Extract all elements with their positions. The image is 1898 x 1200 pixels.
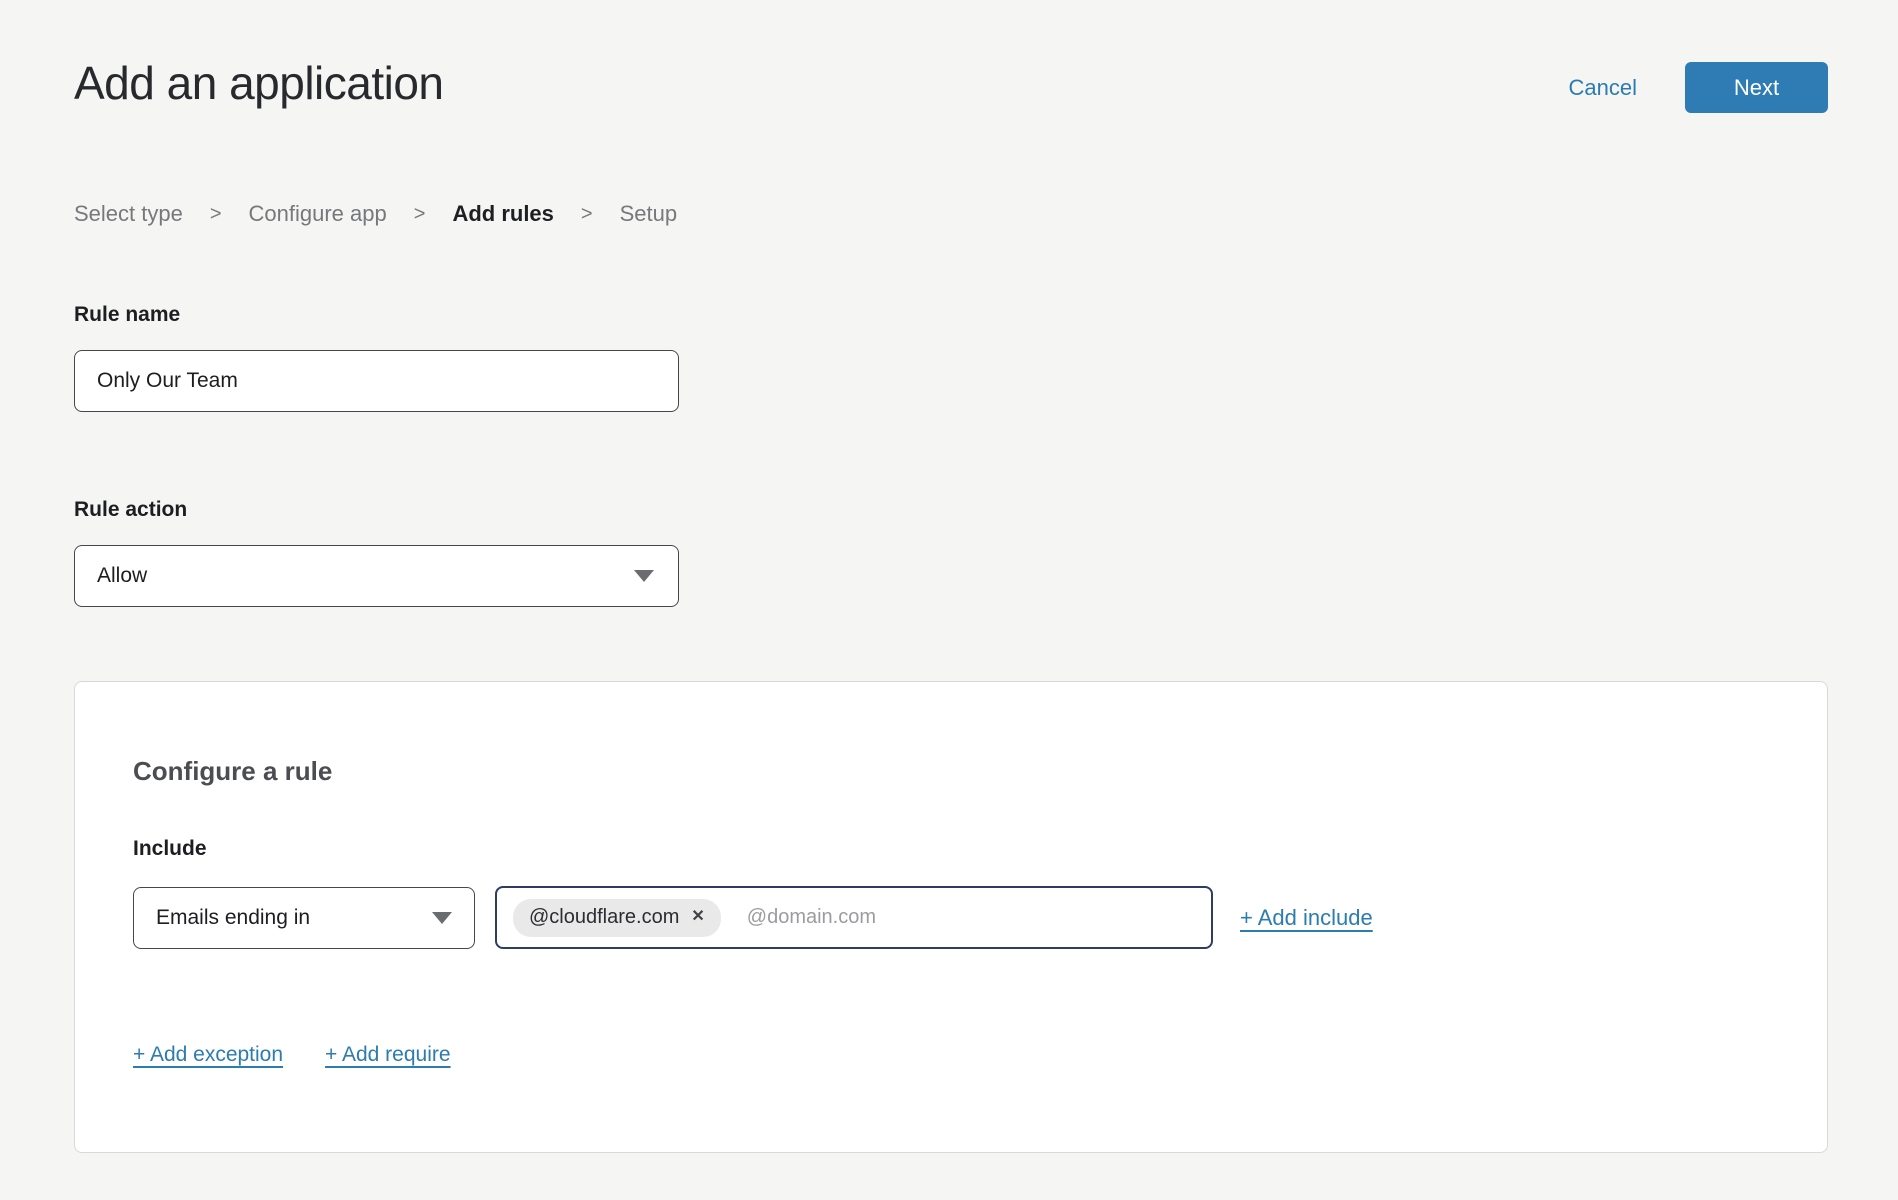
email-domain-placeholder: @domain.com (747, 906, 876, 929)
rule-name-field: Rule name (74, 303, 1828, 412)
rule-name-input[interactable] (74, 350, 679, 412)
email-domain-chip-label: @cloudflare.com (529, 906, 679, 929)
email-domains-input[interactable]: @cloudflare.com ✕ @domain.com (495, 886, 1213, 949)
breadcrumb-step-setup[interactable]: Setup (620, 201, 678, 227)
wizard-breadcrumb: Select type > Configure app > Add rules … (74, 201, 1828, 227)
rule-action-select[interactable]: Allow (74, 545, 679, 607)
header-actions: Cancel Next (1569, 62, 1828, 113)
rule-action-label: Rule action (74, 498, 187, 521)
page-title: Add an application (74, 56, 444, 110)
chevron-down-icon (432, 912, 452, 924)
add-require-link[interactable]: + Add require (325, 1043, 451, 1067)
breadcrumb-separator: > (414, 203, 426, 226)
add-include-link[interactable]: + Add include (1240, 905, 1373, 931)
include-criteria-selected-value: Emails ending in (156, 906, 310, 930)
rule-action-selected-value: Allow (97, 564, 147, 588)
page-header: Add an application Cancel Next (74, 56, 1828, 113)
email-domain-chip: @cloudflare.com ✕ (513, 899, 721, 937)
add-application-page: Add an application Cancel Next Select ty… (0, 0, 1898, 1153)
rule-extra-links: + Add exception + Add require (133, 1043, 1769, 1067)
breadcrumb-step-add-rules[interactable]: Add rules (452, 201, 553, 227)
breadcrumb-separator: > (210, 203, 222, 226)
add-exception-link[interactable]: + Add exception (133, 1043, 283, 1067)
include-criteria-select[interactable]: Emails ending in (133, 887, 475, 949)
include-label: Include (133, 837, 1769, 861)
next-button[interactable]: Next (1685, 62, 1828, 113)
cancel-button[interactable]: Cancel (1569, 75, 1637, 101)
remove-chip-icon[interactable]: ✕ (691, 909, 704, 925)
configure-rule-title: Configure a rule (133, 756, 1769, 787)
breadcrumb-step-select-type[interactable]: Select type (74, 201, 183, 227)
breadcrumb-separator: > (581, 203, 593, 226)
breadcrumb-step-configure-app[interactable]: Configure app (249, 201, 387, 227)
rule-name-label: Rule name (74, 303, 180, 326)
chevron-down-icon (634, 570, 654, 582)
include-rule-row: Emails ending in @cloudflare.com ✕ @doma… (133, 886, 1769, 949)
rule-action-field: Rule action Allow (74, 498, 1828, 607)
configure-rule-card: Configure a rule Include Emails ending i… (74, 681, 1828, 1153)
